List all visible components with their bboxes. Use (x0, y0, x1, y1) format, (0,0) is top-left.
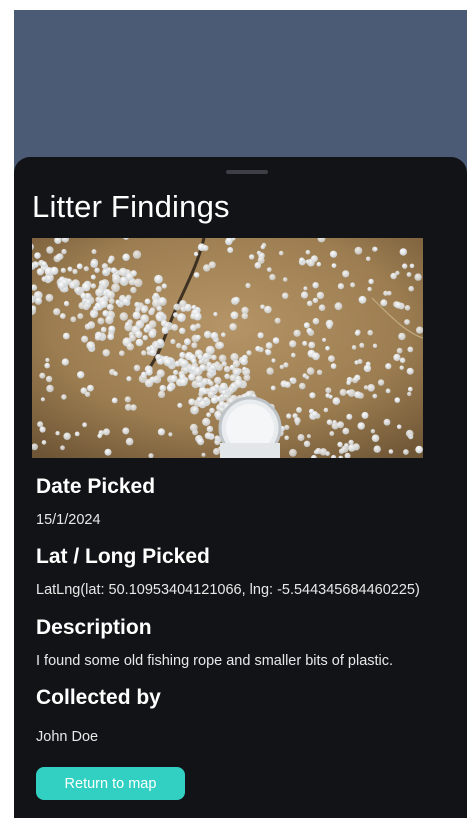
litter-photo (32, 238, 423, 458)
description-heading: Description (36, 616, 152, 639)
bottom-sheet: Litter Findings Date Picked 15/1/2024 La… (14, 157, 467, 818)
litter-photo-graphic (32, 238, 423, 458)
collector-value: John Doe (36, 729, 99, 745)
drag-handle[interactable] (226, 170, 268, 174)
date-value: 15/1/2024 (36, 512, 101, 528)
latlng-heading: Lat / Long Picked (36, 545, 210, 568)
sheet-title: Litter Findings (32, 189, 230, 224)
latlng-value: LatLng(lat: 50.10953404121066, lng: -5.5… (36, 582, 420, 598)
description-value: I found some old fishing rope and smalle… (36, 653, 394, 669)
app-screen: Litter Findings Date Picked 15/1/2024 La… (14, 10, 467, 818)
collector-heading: Collected by (36, 686, 161, 709)
date-heading: Date Picked (36, 475, 156, 498)
return-to-map-button[interactable]: Return to map (36, 767, 185, 800)
